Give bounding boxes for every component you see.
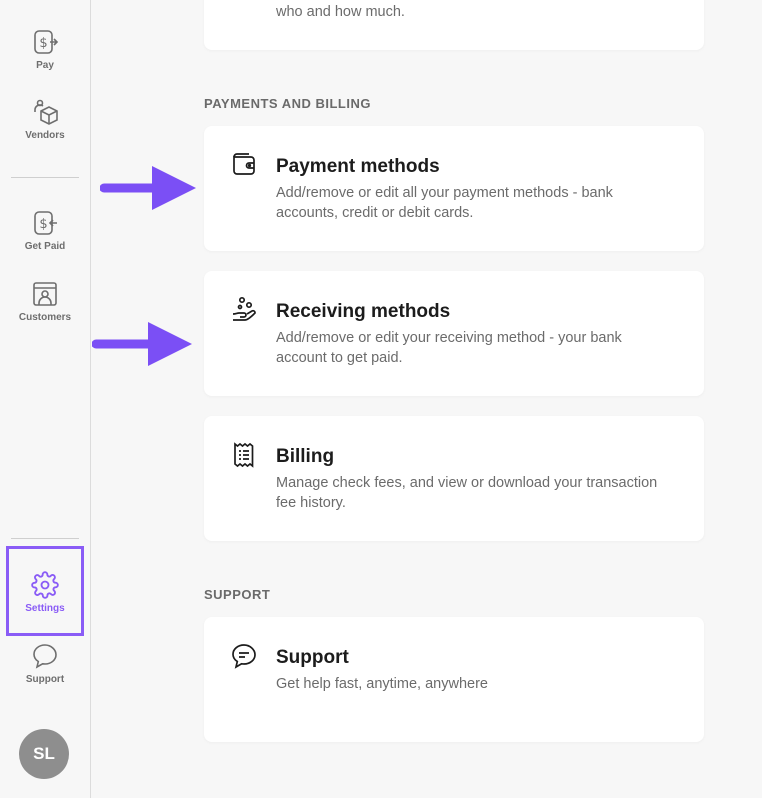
svg-text:$: $ [39, 217, 47, 232]
sidebar-item-pay[interactable]: $ Pay [0, 28, 90, 71]
sidebar-item-label: Vendors [25, 130, 65, 141]
sidebar: $ Pay Vendors $ Get Paid Customers Setti… [0, 0, 91, 798]
section-title-support: SUPPORT [204, 587, 271, 602]
card-partial-top[interactable]: who and how much. [204, 0, 704, 50]
sidebar-item-support[interactable]: Support [0, 642, 90, 685]
card-title: Support [276, 647, 349, 668]
sidebar-item-get-paid[interactable]: $ Get Paid [0, 209, 90, 252]
sidebar-item-label: Support [25, 674, 65, 685]
vendors-icon [34, 99, 58, 125]
card-description: Get help fast, anytime, anywhere [276, 676, 488, 692]
customers-icon [33, 282, 57, 306]
card-description: Manage check fees, and view or download … [276, 475, 658, 511]
card-support[interactable]: Support Get help fast, anytime, anywhere [204, 617, 704, 742]
chat-bubble-icon [33, 644, 57, 669]
sidebar-divider [11, 177, 79, 178]
card-title: Payment methods [276, 156, 440, 177]
annotation-arrow-receiving-methods [92, 322, 192, 366]
annotation-arrow-payment-methods [100, 166, 196, 210]
sidebar-item-label: Get Paid [24, 241, 66, 252]
card-billing[interactable]: Billing Manage check fees, and view or d… [204, 416, 704, 541]
sidebar-item-customers[interactable]: Customers [0, 280, 90, 323]
svg-text:$: $ [39, 36, 47, 51]
card-title: Billing [276, 446, 335, 467]
sidebar-item-vendors[interactable]: Vendors [0, 98, 90, 141]
hand-coins-icon [230, 296, 258, 329]
avatar[interactable]: SL [19, 729, 69, 779]
sidebar-item-label: Customers [18, 312, 72, 323]
pay-icon: $ [34, 30, 59, 54]
gear-icon [31, 571, 59, 599]
sidebar-item-settings[interactable]: Settings [0, 571, 90, 614]
sidebar-item-label: Settings [25, 603, 65, 614]
card-payment-methods[interactable]: Payment methods Add/remove or edit all y… [204, 126, 704, 251]
get-paid-icon: $ [34, 211, 57, 235]
card-receiving-methods[interactable]: Receiving methods Add/remove or edit you… [204, 271, 704, 396]
card-description: who and how much. [276, 4, 405, 20]
card-title: Receiving methods [276, 301, 451, 322]
card-description: Add/remove or edit your receiving method… [276, 330, 622, 366]
card-description: Add/remove or edit all your payment meth… [276, 185, 613, 221]
receipt-icon [230, 441, 258, 474]
wallet-icon [230, 151, 258, 182]
section-title-payments-billing: PAYMENTS AND BILLING [204, 96, 371, 111]
chat-bubble-icon [230, 642, 258, 675]
sidebar-divider [11, 538, 79, 539]
sidebar-item-label: Pay [36, 60, 54, 71]
